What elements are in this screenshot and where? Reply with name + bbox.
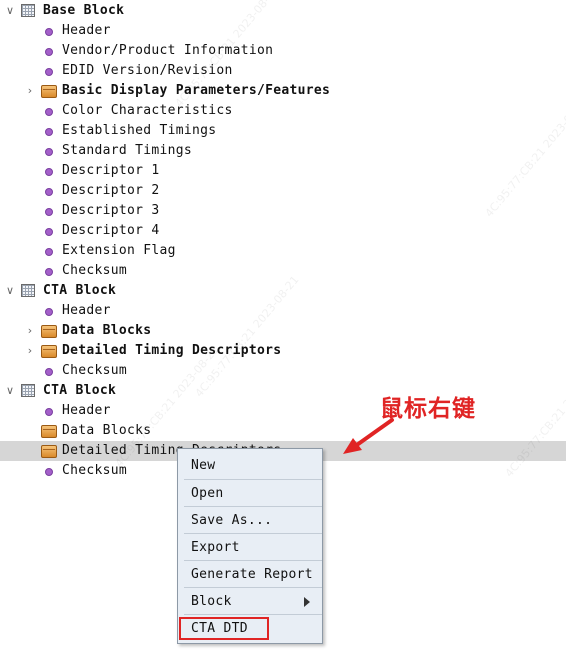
bullet-icon [45, 168, 53, 176]
tree-leaf-label: Descriptor 3 [62, 203, 160, 218]
bullet-icon [45, 308, 53, 316]
tree-node-cta-block-2[interactable]: ∨ CTA Block [0, 381, 566, 401]
tree-node-label: CTA Block [43, 383, 117, 398]
tree-leaf-label: Checksum [62, 363, 128, 378]
annotation-arrow-icon [343, 418, 394, 454]
tree-leaf-label: Checksum [62, 463, 128, 478]
tree-leaf-label: EDID Version/Revision [62, 63, 233, 78]
tree-leaf[interactable]: Descriptor 2 [0, 181, 566, 201]
chevron-down-icon[interactable]: ∨ [4, 281, 16, 301]
tree-leaf-label: Color Characteristics [62, 103, 233, 118]
menu-item-save-as[interactable]: Save As... [184, 507, 322, 534]
bullet-icon [45, 48, 53, 56]
tree-leaf[interactable]: Standard Timings [0, 141, 566, 161]
tree-leaf[interactable]: Checksum [0, 261, 566, 281]
chevron-down-icon[interactable]: ∨ [4, 1, 16, 21]
chevron-right-icon[interactable]: › [24, 321, 36, 341]
bullet-icon [45, 148, 53, 156]
tree-leaf[interactable]: Checksum [0, 361, 566, 381]
grid-block-icon [21, 384, 35, 397]
bullet-icon [45, 248, 53, 256]
tree-leaf-label: Descriptor 2 [62, 183, 160, 198]
tree-leaf[interactable]: Header [0, 301, 566, 321]
menu-item-block[interactable]: Block [184, 588, 322, 615]
tree-leaf[interactable]: Descriptor 4 [0, 221, 566, 241]
tree-leaf-label: Descriptor 4 [62, 223, 160, 238]
folder-icon [41, 325, 57, 338]
tree-leaf[interactable]: Header [0, 401, 566, 421]
tree-node-label: Basic Display Parameters/Features [62, 83, 331, 98]
tree-node-label: CTA Block [43, 283, 117, 298]
menu-item-new[interactable]: New [184, 452, 322, 479]
tree-leaf-label: Checksum [62, 263, 128, 278]
triangle-right-icon [304, 597, 310, 607]
grid-block-icon [21, 284, 35, 297]
folder-icon [41, 345, 57, 358]
bullet-icon [45, 28, 53, 36]
chevron-right-icon[interactable]: › [24, 81, 36, 101]
tree-node-detailed-timing[interactable]: › Detailed Timing Descriptors [0, 341, 566, 361]
chevron-down-icon[interactable]: ∨ [4, 381, 16, 401]
tree-leaf[interactable]: Extension Flag [0, 241, 566, 261]
tree-leaf-label: Descriptor 1 [62, 163, 160, 178]
chevron-right-icon[interactable]: › [24, 341, 36, 361]
bullet-icon [45, 228, 53, 236]
bullet-icon [45, 108, 53, 116]
tree-node-base-block[interactable]: ∨ Base Block [0, 1, 566, 21]
tree-leaf-label: Extension Flag [62, 243, 176, 258]
menu-item-export[interactable]: Export [184, 534, 322, 561]
tree-node-label: Base Block [43, 3, 125, 18]
menu-item-label: Block [191, 594, 232, 609]
tree-leaf[interactable]: EDID Version/Revision [0, 61, 566, 81]
tree-leaf-label: Established Timings [62, 123, 217, 138]
tree-leaf-label: Header [62, 23, 111, 38]
bullet-icon [45, 188, 53, 196]
menu-item-open[interactable]: Open [184, 480, 322, 507]
folder-icon [41, 425, 57, 438]
tree-leaf[interactable]: Vendor/Product Information [0, 41, 566, 61]
tree-leaf-label: Header [62, 403, 111, 418]
tree-node-data-blocks[interactable]: › Data Blocks [0, 321, 566, 341]
tree-leaf[interactable]: Header [0, 21, 566, 41]
tree-leaf[interactable]: Established Timings [0, 121, 566, 141]
context-menu: New Open Save As... Export Generate Repo… [177, 448, 323, 644]
bullet-icon [45, 408, 53, 416]
tree-leaf-label: Header [62, 303, 111, 318]
bullet-icon [45, 68, 53, 76]
tree-node-data-blocks[interactable]: Data Blocks [0, 421, 566, 441]
tree-node-label: Data Blocks [62, 423, 152, 438]
tree-node-basic-display[interactable]: › Basic Display Parameters/Features [0, 81, 566, 101]
bullet-icon [45, 368, 53, 376]
highlight-box [179, 617, 269, 640]
bullet-icon [45, 208, 53, 216]
tree-leaf[interactable]: Descriptor 1 [0, 161, 566, 181]
folder-icon [41, 85, 57, 98]
tree-node-cta-block-1[interactable]: ∨ CTA Block [0, 281, 566, 301]
grid-block-icon [21, 4, 35, 17]
tree-leaf[interactable]: Descriptor 3 [0, 201, 566, 221]
folder-icon [41, 445, 57, 458]
bullet-icon [45, 468, 53, 476]
tree-leaf-label: Vendor/Product Information [62, 43, 274, 58]
bullet-icon [45, 268, 53, 276]
tree-leaf-label: Standard Timings [62, 143, 193, 158]
tree-node-label: Detailed Timing Descriptors [62, 343, 282, 358]
tree-node-label: Data Blocks [62, 323, 152, 338]
menu-item-generate-report[interactable]: Generate Report [184, 561, 322, 588]
tree-leaf[interactable]: Color Characteristics [0, 101, 566, 121]
bullet-icon [45, 128, 53, 136]
